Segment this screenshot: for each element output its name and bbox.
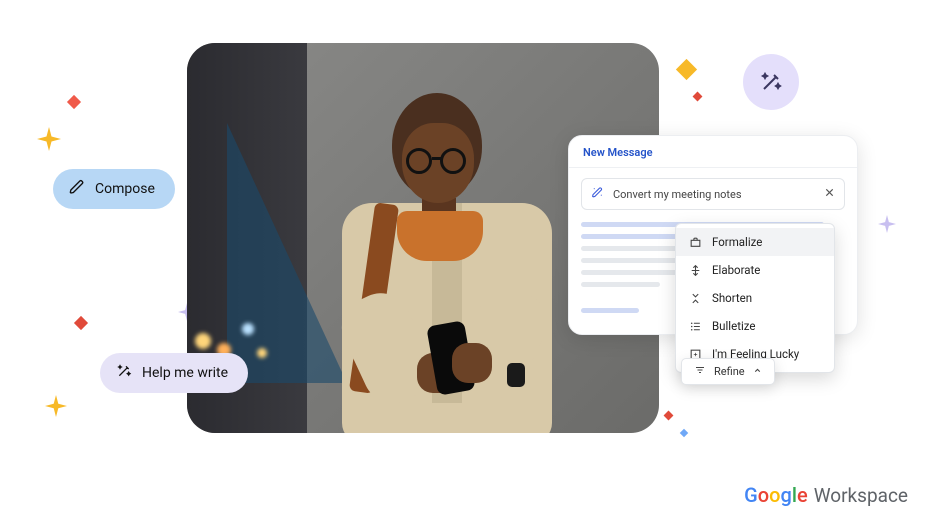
refine-menu: Formalize Elaborate Shorten Bulletize I'… (675, 223, 835, 373)
magic-pencil-icon (591, 186, 604, 202)
decoration-diamond (67, 95, 81, 109)
decoration-diamond (74, 316, 88, 330)
google-workspace-logo: Google Workspace (744, 483, 908, 507)
magic-wand-badge (743, 54, 799, 110)
help-me-write-button[interactable]: Help me write (100, 353, 248, 393)
menu-label: Formalize (712, 235, 762, 249)
pencil-icon (69, 179, 85, 199)
refine-button[interactable]: Refine (681, 358, 775, 385)
menu-item-elaborate[interactable]: Elaborate (676, 256, 834, 284)
refine-label: Refine (714, 365, 745, 378)
briefcase-icon (688, 235, 702, 249)
menu-label: Elaborate (712, 263, 760, 277)
help-me-write-label: Help me write (142, 365, 228, 381)
sparkle-icon (878, 215, 896, 233)
compose-label: Compose (95, 181, 155, 197)
menu-item-formalize[interactable]: Formalize (676, 228, 834, 256)
panel-title: New Message (569, 136, 857, 168)
prompt-text: Convert my meeting notes (613, 188, 742, 201)
sparkle-icon (37, 127, 61, 151)
decoration-diamond (664, 411, 674, 421)
menu-item-shorten[interactable]: Shorten (676, 284, 834, 312)
magic-wand-icon (116, 363, 132, 383)
compose-panel: New Message Convert my meeting notes (568, 135, 858, 335)
menu-label: Bulletize (712, 319, 755, 333)
decoration-diamond (676, 59, 697, 80)
prompt-input[interactable]: Convert my meeting notes (581, 178, 845, 210)
sparkle-icon (45, 395, 67, 417)
chevron-up-icon (753, 365, 762, 378)
compose-button[interactable]: Compose (53, 169, 175, 209)
menu-label: Shorten (712, 291, 752, 305)
decoration-diamond (680, 429, 688, 437)
decoration-diamond (693, 92, 703, 102)
collapse-icon (688, 291, 702, 305)
close-icon[interactable] (824, 187, 835, 201)
filter-icon (694, 364, 706, 379)
list-icon (688, 319, 702, 333)
menu-item-bulletize[interactable]: Bulletize (676, 312, 834, 340)
expand-vertical-icon (688, 263, 702, 277)
